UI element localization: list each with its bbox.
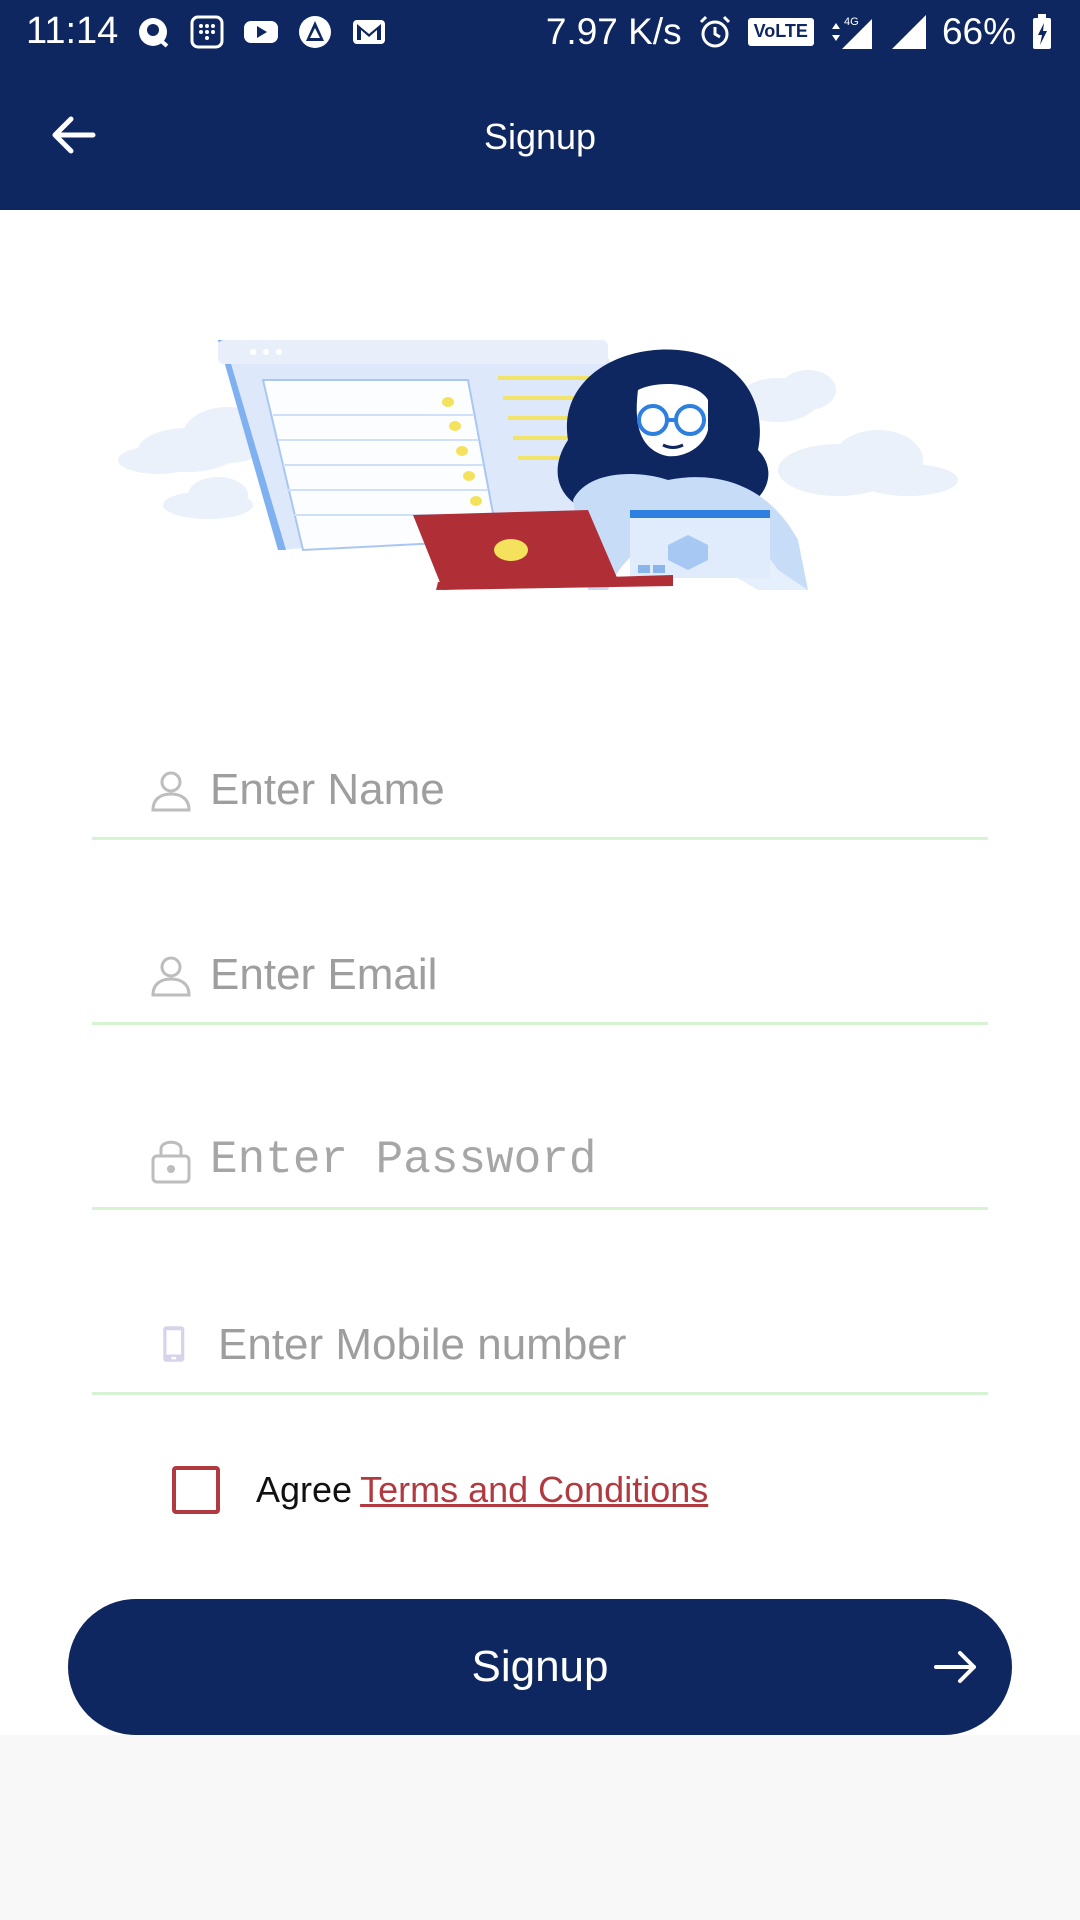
email-field (92, 915, 988, 1025)
gmail-notification-icon (350, 13, 388, 51)
phone-icon (163, 1326, 185, 1362)
battery-percent: 66% (941, 10, 1016, 52)
signup-button[interactable]: Signup (68, 1599, 1012, 1735)
signup-content: Agree Terms and Conditions Signup (0, 210, 1080, 1735)
network-type-label: 4G (844, 16, 859, 28)
youtube-notification-icon (242, 13, 280, 51)
person-icon (151, 956, 191, 997)
alarm-icon (696, 13, 734, 51)
keypad-notification-icon (188, 13, 226, 51)
name-field (92, 730, 988, 840)
mobile-field (92, 1285, 988, 1395)
agree-label: Agree (256, 1469, 353, 1510)
arrow-right-icon (934, 1651, 976, 1683)
signal-strength-icon (890, 13, 928, 51)
volte-badge: VoLTE (747, 17, 814, 46)
status-bar: 11:14 7.97 K/s VoLTE 4G 66% (0, 0, 1080, 63)
battery-charging-icon (1030, 13, 1054, 51)
email-input[interactable] (210, 935, 950, 1015)
terms-checkbox[interactable] (172, 1466, 220, 1514)
mobile-input[interactable] (218, 1305, 958, 1385)
password-field (92, 1100, 988, 1210)
lock-icon (151, 1140, 191, 1184)
status-time: 11:14 (26, 10, 119, 52)
status-bar-left: 11:14 (26, 10, 388, 53)
terms-link[interactable]: Terms and Conditions (360, 1469, 708, 1511)
app-bar: Signup (0, 63, 1080, 210)
chat-notification-icon (134, 13, 172, 51)
signup-button-label: Signup (471, 1642, 609, 1691)
app-notification-icon (296, 13, 334, 51)
password-input[interactable] (210, 1120, 950, 1200)
person-icon (151, 771, 191, 812)
signal-4g-icon: 4G (828, 13, 876, 51)
terms-row: Agree Terms and Conditions (172, 1465, 708, 1515)
network-speed: 7.97 K/s (545, 10, 682, 52)
signup-illustration (118, 340, 958, 590)
status-bar-right: 7.97 K/s VoLTE 4G 66% (546, 11, 1054, 53)
page-title: Signup (483, 115, 597, 157)
name-input[interactable] (210, 750, 950, 830)
